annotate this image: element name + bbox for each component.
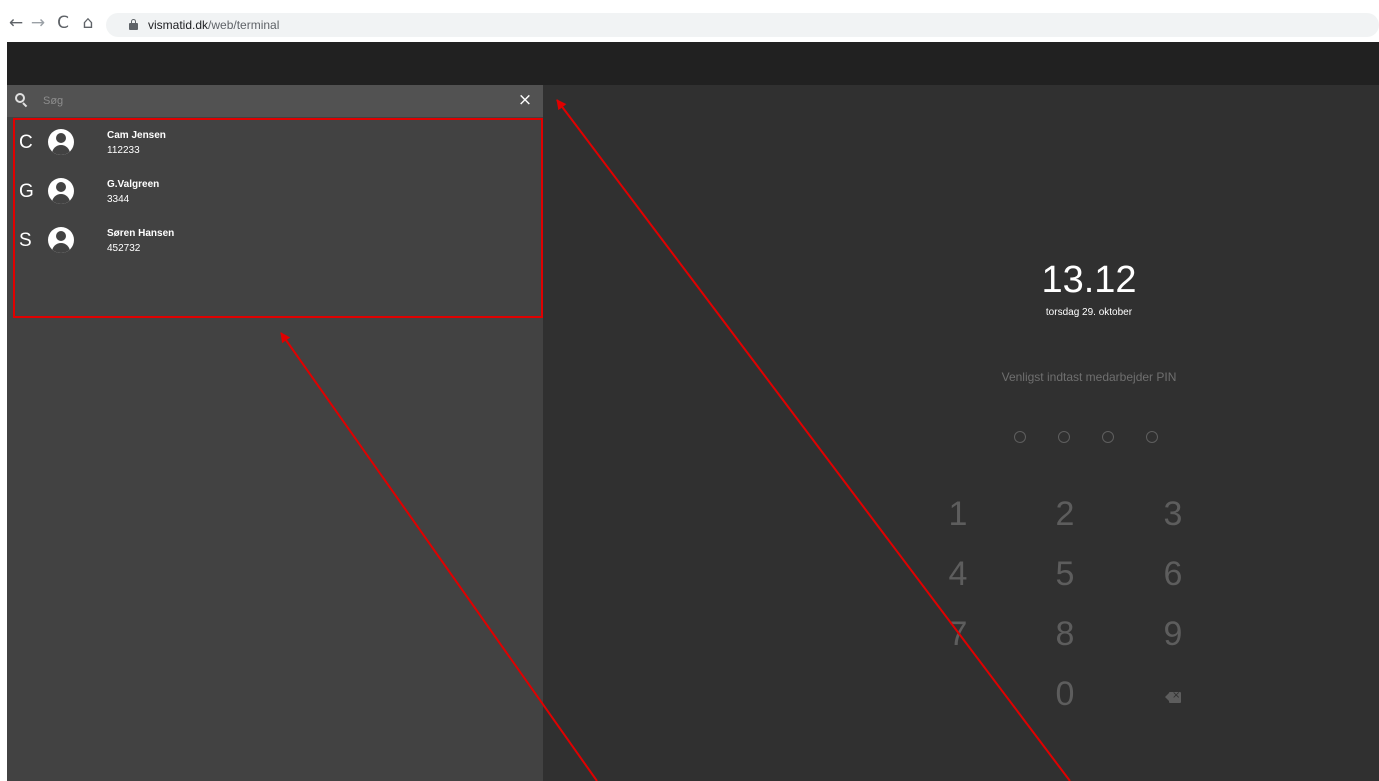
clock-date: torsdag 29. oktober: [1045, 307, 1133, 318]
employee-initial: G: [19, 181, 34, 202]
forward-arrow-icon[interactable]: →: [29, 14, 47, 32]
keypad-key-7[interactable]: 7: [933, 615, 983, 654]
pin-prompt: Venligst indtast medarbejder PIN: [1001, 370, 1177, 384]
employee-list: C Cam Jensen 112233 G G.Valgreen 3344 S Søren H…: [15, 120, 541, 267]
home-icon[interactable]: ⌂: [79, 14, 97, 32]
employee-row[interactable]: S Søren Hansen 452732: [15, 218, 541, 267]
person-avatar-icon: [48, 129, 74, 155]
employee-initial: C: [19, 132, 33, 153]
pin-dot: [1102, 431, 1114, 443]
clock-time: 13.12: [1041, 259, 1137, 301]
search-input[interactable]: [43, 93, 493, 109]
keypad-key-1[interactable]: 1: [933, 495, 983, 534]
address-bar[interactable]: vismatid.dk/web/terminal: [106, 13, 1379, 37]
url-host: vismatid.dk: [148, 18, 209, 32]
employee-number: 452732: [107, 243, 141, 254]
backspace-icon[interactable]: ×: [1165, 690, 1181, 703]
employee-row[interactable]: G G.Valgreen 3344: [15, 169, 541, 218]
url-path: /web/terminal: [208, 18, 280, 32]
pin-dot: [1014, 431, 1026, 443]
keypad-key-0[interactable]: 0: [1040, 675, 1090, 714]
reload-icon[interactable]: C: [54, 14, 72, 32]
keypad-key-5[interactable]: 5: [1040, 555, 1090, 594]
pin-dot: [1058, 431, 1070, 443]
employee-name: Søren Hansen: [107, 228, 175, 239]
back-arrow-icon[interactable]: ←: [7, 14, 25, 32]
search-results-highlight: C Cam Jensen 112233 G G.Valgreen 3344 S Søren H…: [13, 118, 543, 318]
search-bar: ×: [7, 85, 543, 117]
close-icon[interactable]: ×: [516, 90, 534, 110]
employee-search-panel: × C Cam Jensen 112233 G G.Valgreen 3344 S Søren…: [7, 85, 543, 781]
keypad-key-4[interactable]: 4: [933, 555, 983, 594]
keypad-key-2[interactable]: 2: [1040, 495, 1090, 534]
employee-number: 3344: [107, 194, 130, 205]
keypad-key-3[interactable]: 3: [1148, 495, 1198, 534]
keypad-key-9[interactable]: 9: [1148, 615, 1198, 654]
url-text[interactable]: vismatid.dk/web/terminal: [148, 18, 279, 32]
keypad-key-8[interactable]: 8: [1040, 615, 1090, 654]
employee-name: Cam Jensen: [107, 130, 166, 141]
employee-number: 112233: [107, 145, 140, 156]
person-avatar-icon: [48, 178, 74, 204]
employee-initial: S: [19, 230, 32, 251]
app-header: [7, 42, 1379, 85]
pin-dots: [1014, 431, 1174, 445]
browser-toolbar: ← → C ⌂ vismatid.dk/web/terminal: [0, 0, 1379, 42]
search-icon: [15, 93, 29, 108]
employee-name: G.Valgreen: [107, 179, 160, 190]
pin-dot: [1146, 431, 1158, 443]
person-avatar-icon: [48, 227, 74, 253]
lock-icon: [129, 19, 138, 30]
terminal-app: × C Cam Jensen 112233 G G.Valgreen 3344 S Søren…: [7, 42, 1379, 781]
pin-panel: 13.12 torsdag 29. oktober Venligst indta…: [543, 85, 1379, 781]
employee-row[interactable]: C Cam Jensen 112233: [15, 120, 541, 169]
keypad-key-6[interactable]: 6: [1148, 555, 1198, 594]
